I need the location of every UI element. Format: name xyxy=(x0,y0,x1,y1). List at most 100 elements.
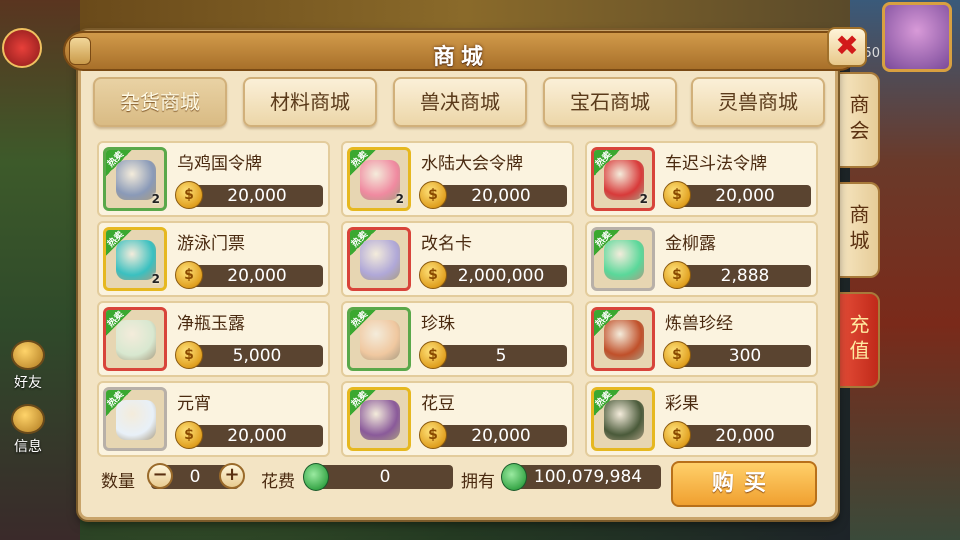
shop-item-card[interactable]: 热卖 彩果 20,000 $ xyxy=(585,381,818,457)
currency-icon xyxy=(501,463,527,491)
side-tab-guild-shop[interactable]: 商会 xyxy=(834,72,880,168)
owned-value: 100,079,984 xyxy=(515,465,661,489)
item-count: 2 xyxy=(151,192,160,206)
tab-spirit-beasts[interactable]: 灵兽商城 xyxy=(691,77,825,127)
shop-item-card[interactable]: 热卖 珍珠 5 $ xyxy=(341,301,574,377)
panel-title: 商城 xyxy=(432,45,489,70)
shop-item-card[interactable]: 热卖 炼兽珍经 300 $ xyxy=(585,301,818,377)
gold-coin-icon: $ xyxy=(663,421,691,449)
item-slot: 热卖 xyxy=(347,227,411,291)
item-slot: 热卖 xyxy=(103,387,167,451)
owned-label: 拥有 xyxy=(461,472,495,492)
friends-label: 好友 xyxy=(14,375,42,391)
messages-button[interactable]: 信息 xyxy=(6,404,50,456)
item-slot: 热卖 xyxy=(347,387,411,451)
buy-button[interactable]: 购买 xyxy=(671,461,817,507)
gold-coin-icon: $ xyxy=(175,341,203,369)
hot-sale-label: 热卖 xyxy=(106,389,126,410)
hot-sale-label: 热卖 xyxy=(594,309,614,330)
item-slot: 热卖 xyxy=(347,307,411,371)
hot-sale-badge: 热卖 xyxy=(350,230,378,258)
item-price: 20,000 xyxy=(435,425,567,447)
shop-item-card[interactable]: 热卖 金柳露 2,888 $ xyxy=(585,221,818,297)
item-price: 300 xyxy=(679,345,811,367)
cost-label: 花费 xyxy=(261,472,295,492)
side-tab-recharge[interactable]: 充值 xyxy=(834,292,880,388)
hot-sale-label: 热卖 xyxy=(106,309,126,330)
hot-sale-badge: 热卖 xyxy=(594,390,622,418)
item-slot: 热卖 2 xyxy=(103,227,167,291)
character-avatar-icon[interactable] xyxy=(2,28,42,68)
item-price: 5,000 xyxy=(191,345,323,367)
item-price: 5 xyxy=(435,345,567,367)
hot-sale-badge: 热卖 xyxy=(594,230,622,258)
shop-item-card[interactable]: 热卖 2 车迟斗法令牌 20,000 $ xyxy=(585,141,818,217)
gold-coin-icon: $ xyxy=(663,181,691,209)
item-price: 20,000 xyxy=(191,425,323,447)
item-name: 元宵 xyxy=(177,394,211,414)
item-price: 2,888 xyxy=(679,265,811,287)
close-icon[interactable]: ✖ xyxy=(827,27,867,67)
hot-sale-label: 热卖 xyxy=(594,149,614,170)
item-price: 2,000,000 xyxy=(435,265,567,287)
hot-sale-label: 热卖 xyxy=(106,229,126,250)
gold-coin-icon: $ xyxy=(663,261,691,289)
hot-sale-badge: 热卖 xyxy=(594,309,622,338)
item-name: 彩果 xyxy=(665,394,699,414)
gold-coin-icon: $ xyxy=(663,341,691,369)
item-name: 游泳门票 xyxy=(177,234,245,254)
item-name: 改名卡 xyxy=(421,234,472,254)
gold-coin-icon: $ xyxy=(419,341,447,369)
hot-sale-label: 热卖 xyxy=(350,149,370,170)
hot-sale-label: 热卖 xyxy=(350,309,370,330)
hot-sale-badge: 热卖 xyxy=(106,309,134,338)
tab-gems[interactable]: 宝石商城 xyxy=(543,77,677,127)
item-name: 车迟斗法令牌 xyxy=(665,154,767,174)
item-name: 水陆大会令牌 xyxy=(421,154,523,174)
side-tab-mall[interactable]: 商城 xyxy=(834,182,880,278)
tab-materials[interactable]: 材料商城 xyxy=(243,77,377,127)
gold-coin-icon: $ xyxy=(419,261,447,289)
shop-item-card[interactable]: 热卖 净瓶玉露 5,000 $ xyxy=(97,301,330,377)
hot-sale-badge: 热卖 xyxy=(594,149,622,178)
plus-button[interactable]: + xyxy=(219,463,245,489)
hot-sale-badge: 热卖 xyxy=(350,149,378,178)
item-count: 2 xyxy=(395,192,404,206)
tab-beast-skills[interactable]: 兽决商城 xyxy=(393,77,527,127)
shop-item-card[interactable]: 热卖 2 游泳门票 20,000 $ xyxy=(97,221,330,297)
cost-value: 0 xyxy=(317,465,453,489)
item-name: 珍珠 xyxy=(421,314,455,334)
gold-coin-icon: $ xyxy=(175,261,203,289)
purchase-bar: 数量 0 − + 花费 0 拥有 100,079,984 购买 xyxy=(97,461,837,515)
item-slot: 热卖 2 xyxy=(347,147,411,211)
shop-item-card[interactable]: 热卖 改名卡 2,000,000 $ xyxy=(341,221,574,297)
shop-item-card[interactable]: 热卖 元宵 20,000 $ xyxy=(97,381,330,457)
item-slot: 热卖 2 xyxy=(103,147,167,211)
shop-item-card[interactable]: 热卖 花豆 20,000 $ xyxy=(341,381,574,457)
item-slot: 热卖 xyxy=(103,307,167,371)
panel-header: 商城 ✖ xyxy=(63,27,867,71)
hot-sale-badge: 热卖 xyxy=(106,229,134,258)
item-slot: 热卖 2 xyxy=(591,147,655,211)
item-price: 20,000 xyxy=(679,185,811,207)
item-count: 2 xyxy=(639,192,648,206)
gold-coin-icon: $ xyxy=(175,421,203,449)
currency-icon xyxy=(303,463,329,491)
item-price: 20,000 xyxy=(191,265,323,287)
shop-panel: 商城 ✖ 杂货商城 材料商城 兽决商城 宝石商城 灵兽商城 热卖 2 乌鸡国令牌 20… xyxy=(63,27,867,520)
minus-button[interactable]: − xyxy=(147,463,173,489)
shop-item-card[interactable]: 热卖 2 乌鸡国令牌 20,000 $ xyxy=(97,141,330,217)
shop-item-card[interactable]: 热卖 2 水陆大会令牌 20,000 $ xyxy=(341,141,574,217)
item-name: 净瓶玉露 xyxy=(177,314,245,334)
tab-general-goods[interactable]: 杂货商城 xyxy=(93,77,227,127)
background-left xyxy=(0,0,80,540)
item-slot: 热卖 xyxy=(591,227,655,291)
item-name: 花豆 xyxy=(421,394,455,414)
friends-button[interactable]: 好友 xyxy=(6,340,50,392)
item-name: 金柳露 xyxy=(665,234,716,254)
player-portrait-icon[interactable] xyxy=(882,2,952,72)
item-slot: 热卖 xyxy=(591,387,655,451)
gold-coin-icon: $ xyxy=(419,181,447,209)
item-name: 乌鸡国令牌 xyxy=(177,154,262,174)
gold-coin-icon: $ xyxy=(175,181,203,209)
